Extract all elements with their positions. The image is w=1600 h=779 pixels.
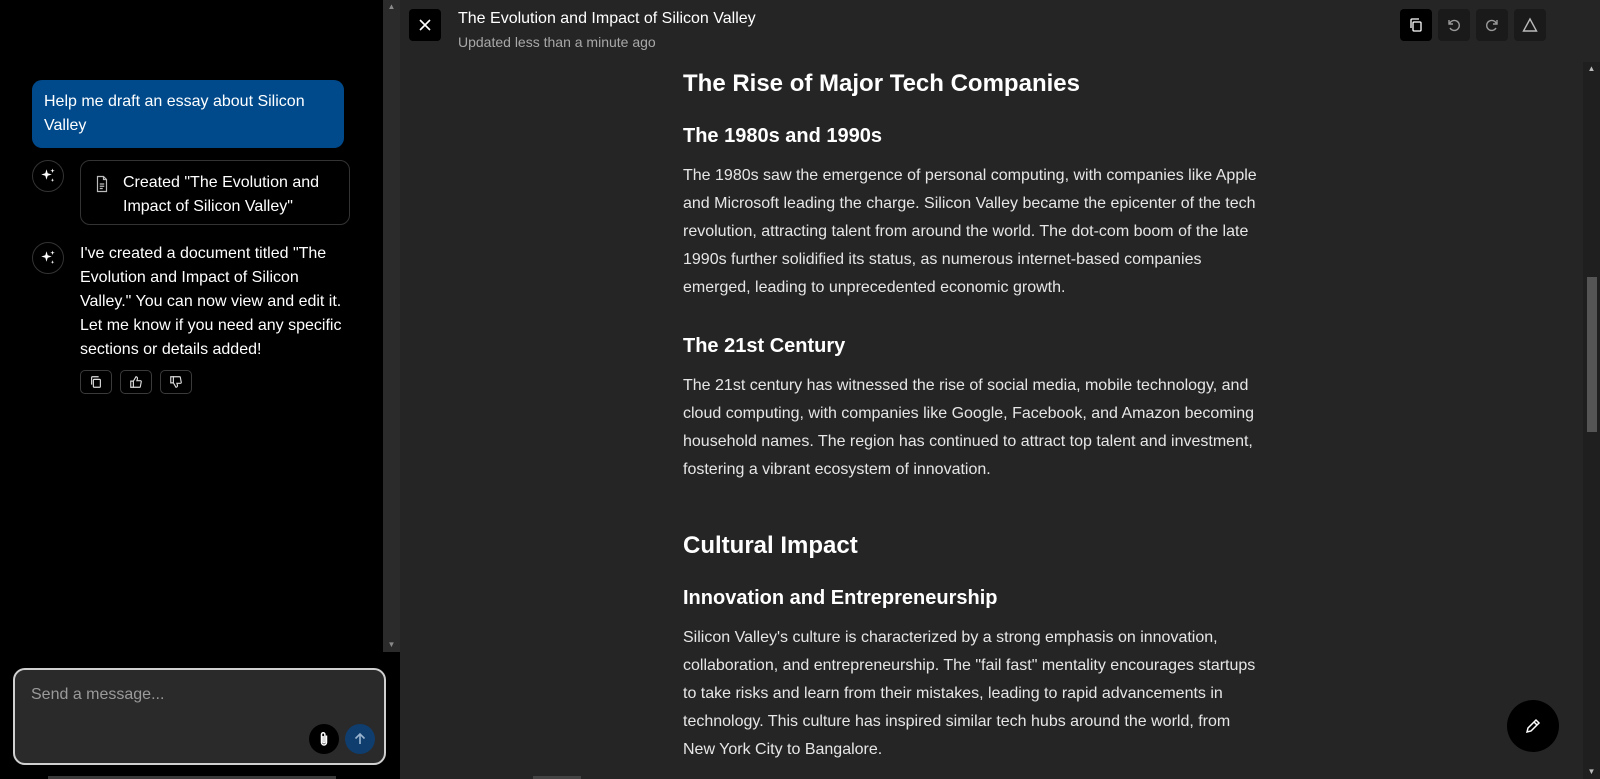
subsection-heading: The 1980s and 1990s (683, 125, 883, 147)
sparkle-icon (41, 250, 55, 264)
warning-icon (1522, 17, 1538, 32)
attach-button[interactable] (309, 724, 339, 754)
thumbs-down-button[interactable] (160, 370, 192, 394)
paragraph: Silicon Valley's culture is characterize… (683, 629, 1256, 758)
message-composer (13, 668, 386, 765)
document-body: The Rise of Major Tech Companies The 198… (683, 66, 1263, 764)
document-updated-status: Updated less than a minute ago (458, 34, 656, 50)
document-header: The Evolution and Impact of Silicon Vall… (400, 0, 1600, 62)
paperclip-icon (320, 732, 328, 746)
chat-scrollbar[interactable]: ▲ ▼ (383, 0, 400, 652)
copy-icon (91, 376, 101, 388)
chat-panel: Help me draft an essay about Silicon Val… (0, 0, 386, 779)
document-icon (96, 175, 108, 193)
assistant-message: I've created a document titled "The Evol… (80, 245, 342, 358)
redo-icon (1486, 19, 1498, 32)
arrow-up-icon (354, 732, 366, 744)
document-card[interactable]: Created "The Evolution and Impact of Sil… (80, 160, 350, 225)
paragraph: The 1980s saw the emergence of personal … (683, 167, 1257, 296)
document-card-label: Created "The Evolution and Impact of Sil… (123, 174, 320, 215)
document-panel: The Evolution and Impact of Silicon Vall… (400, 0, 1600, 779)
redo-button[interactable] (1476, 9, 1508, 41)
copy-button[interactable] (80, 370, 112, 394)
copy-icon (1410, 18, 1422, 32)
assistant-avatar (32, 242, 64, 274)
user-message: Help me draft an essay about Silicon Val… (32, 80, 344, 148)
thumbs-up-icon (130, 376, 142, 388)
subsection-heading: Innovation and Entrepreneurship (683, 587, 998, 609)
subsection-heading: The 21st Century (683, 335, 846, 357)
warning-button[interactable] (1514, 9, 1546, 41)
scroll-down-arrow-icon[interactable]: ▼ (383, 638, 400, 652)
scrollbar-thumb[interactable] (1587, 277, 1597, 432)
sparkle-icon (41, 168, 55, 182)
close-button[interactable] (409, 9, 441, 41)
send-button[interactable] (345, 724, 375, 754)
document-title: The Evolution and Impact of Silicon Vall… (458, 10, 756, 27)
edit-button[interactable] (1507, 700, 1559, 752)
thumbs-down-icon (170, 376, 182, 388)
message-input[interactable] (29, 682, 363, 708)
thumbs-up-button[interactable] (120, 370, 152, 394)
scroll-up-arrow-icon[interactable]: ▲ (383, 0, 400, 14)
section-heading: Cultural Impact (683, 532, 858, 559)
undo-button[interactable] (1438, 9, 1470, 41)
paragraph: The 21st century has witnessed the rise … (683, 377, 1254, 478)
close-icon (419, 19, 431, 31)
document-scrollbar[interactable]: ▲ ▼ (1583, 62, 1600, 779)
scroll-up-arrow-icon[interactable]: ▲ (1583, 62, 1600, 76)
scroll-down-arrow-icon[interactable]: ▼ (1583, 765, 1600, 779)
section-heading: The Rise of Major Tech Companies (683, 70, 1080, 97)
pencil-icon (1525, 718, 1541, 734)
message-actions (80, 370, 192, 394)
assistant-avatar (32, 160, 64, 192)
copy-document-button[interactable] (1400, 9, 1432, 41)
undo-icon (1448, 19, 1460, 32)
